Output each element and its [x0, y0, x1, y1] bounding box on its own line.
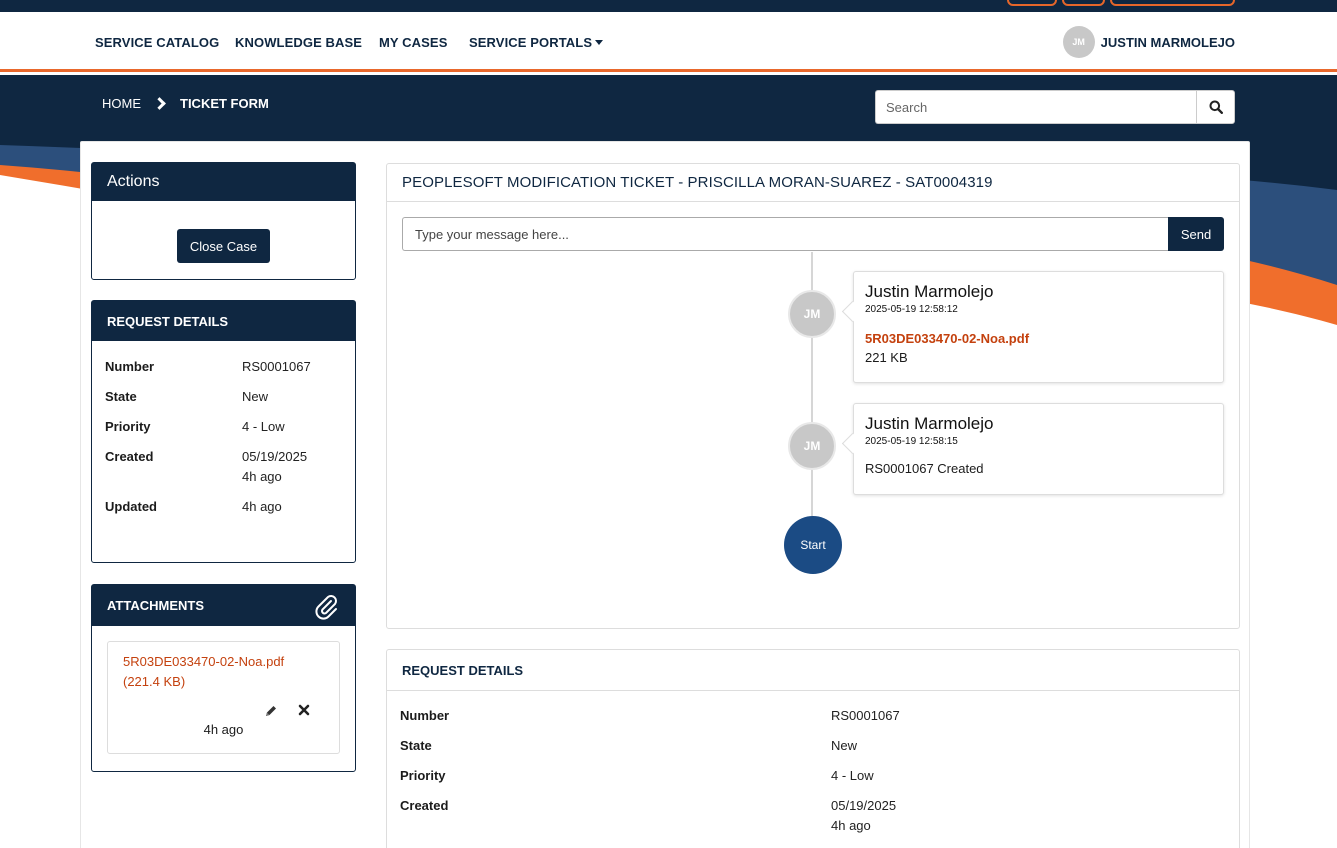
timeline-entry: Justin Marmolejo 2025-05-19 12:58:12 5R0…: [853, 271, 1224, 383]
search-bar: [875, 90, 1235, 124]
detail-value: 05/19/2025 4h ago: [242, 447, 307, 487]
detail-value-main: 05/19/2025: [242, 449, 308, 464]
actions-title: Actions: [92, 163, 355, 201]
navbar: SERVICE CATALOG KNOWLEDGE BASE MY CASES …: [0, 12, 1337, 72]
detail-key: Created: [400, 798, 449, 813]
detail-value: 4 - Low: [831, 768, 874, 783]
close-icon[interactable]: [298, 704, 310, 716]
entry-text: RS0001067 Created: [865, 461, 984, 476]
timeline-start: Start: [784, 516, 842, 574]
detail-row: State New: [105, 387, 342, 407]
detail-key: Created: [105, 449, 154, 464]
close-case-button[interactable]: Close Case: [176, 229, 271, 263]
detail-key: Number: [105, 359, 155, 374]
request-details-main-title: REQUEST DETAILS: [387, 650, 1239, 691]
user-name: JUSTIN MARMOLEJO: [1100, 34, 1235, 50]
message-bar: Send: [402, 217, 1224, 252]
send-button[interactable]: Send: [1168, 217, 1224, 251]
request-details-side-panel: REQUEST DETAILS Number RS0001067 State N…: [91, 300, 356, 563]
breadcrumb-home[interactable]: HOME: [102, 96, 141, 111]
entry-time: 2025-05-19 12:58:12: [865, 304, 958, 315]
search-button[interactable]: [1196, 90, 1235, 124]
detail-row: Updated 4h ago: [105, 497, 342, 517]
entry-time: 2025-05-19 12:58:15: [865, 436, 958, 447]
detail-row: Priority 4 - Low: [105, 417, 342, 437]
attachment-link[interactable]: 5R03DE033470-02-Noa.pdf (221.4 KB): [123, 654, 284, 689]
nav-service-catalog[interactable]: SERVICE CATALOG: [95, 35, 219, 50]
user-menu[interactable]: JM JUSTIN MARMOLEJO: [1062, 26, 1235, 58]
entry-author: Justin Marmolejo: [865, 414, 994, 433]
nav-service-portals[interactable]: SERVICE PORTALS: [469, 35, 604, 50]
caret-down-icon: [595, 40, 604, 45]
nav-knowledge-base[interactable]: KNOWLEDGE BASE: [235, 35, 362, 50]
detail-key: Priority: [400, 768, 446, 783]
top-pill-button[interactable]: [1007, 0, 1057, 6]
top-pill-button[interactable]: [1110, 0, 1235, 6]
attachment-card: 5R03DE033470-02-Noa.pdf (221.4 KB) 4h ag…: [107, 641, 340, 754]
detail-value: RS0001067: [831, 708, 900, 723]
request-details-side-title: REQUEST DETAILS: [92, 301, 355, 341]
detail-key: Number: [400, 708, 450, 723]
detail-key: State: [105, 389, 137, 404]
detail-row: Number RS0001067: [105, 357, 342, 377]
detail-value-sub: 4h ago: [831, 818, 871, 833]
search-input[interactable]: [875, 90, 1196, 124]
detail-value-sub: 4h ago: [242, 469, 282, 484]
detail-value: 05/19/2025 4h ago: [831, 796, 896, 836]
ticket-panel: PEOPLESOFT MODIFICATION TICKET - PRISCIL…: [386, 163, 1240, 629]
breadcrumb: HOME TICKET FORM: [102, 96, 269, 111]
detail-value: RS0001067: [242, 359, 311, 374]
attachment-time: 4h ago: [203, 722, 244, 737]
entry-author: Justin Marmolejo: [865, 282, 994, 301]
search-icon: [1209, 100, 1223, 114]
top-strip: [0, 0, 1337, 12]
avatar: JM: [788, 422, 836, 470]
entry-file-size: 221 KB: [865, 350, 908, 365]
detail-value: 4h ago: [242, 499, 282, 514]
detail-row: State New: [400, 736, 1226, 756]
detail-row: Created 05/19/2025 4h ago: [400, 796, 1226, 836]
attachments-title: ATTACHMENTS: [107, 598, 205, 613]
timeline-entry: Justin Marmolejo 2025-05-19 12:58:15 RS0…: [853, 403, 1224, 495]
nav-service-portals-label: SERVICE PORTALS: [469, 35, 593, 50]
attachments-panel: ATTACHMENTS 5R03DE033470-02-Noa.pdf (221…: [91, 584, 356, 772]
detail-value: New: [831, 738, 858, 753]
avatar: JM: [788, 290, 836, 338]
avatar: JM: [1062, 26, 1095, 58]
detail-key: Priority: [105, 419, 151, 434]
entry-file-link[interactable]: 5R03DE033470-02-Noa.pdf: [865, 331, 1212, 346]
pencil-icon[interactable]: [264, 704, 278, 718]
chevron-right-icon: [153, 97, 166, 110]
nav-my-cases[interactable]: MY CASES: [379, 35, 447, 50]
breadcrumb-current: TICKET FORM: [180, 96, 269, 111]
detail-value: 4 - Low: [242, 419, 285, 434]
top-pill-button[interactable]: [1062, 0, 1105, 6]
ticket-title: PEOPLESOFT MODIFICATION TICKET - PRISCIL…: [387, 164, 1239, 202]
detail-row: Priority 4 - Low: [400, 766, 1226, 786]
detail-value-main: 05/19/2025: [831, 798, 897, 813]
request-details-main-panel: REQUEST DETAILS Number RS0001067 State N…: [386, 649, 1240, 848]
detail-row: Created 05/19/2025 4h ago: [105, 447, 342, 487]
actions-panel: Actions Close Case: [91, 162, 356, 280]
paperclip-icon[interactable]: [312, 592, 340, 620]
main-container: Actions Close Case REQUEST DETAILS Numbe…: [80, 141, 1250, 848]
detail-value: New: [242, 389, 269, 404]
detail-key: Updated: [105, 499, 157, 514]
detail-row: Number RS0001067: [400, 706, 1226, 726]
detail-key: State: [400, 738, 432, 753]
message-input[interactable]: [402, 217, 1168, 251]
